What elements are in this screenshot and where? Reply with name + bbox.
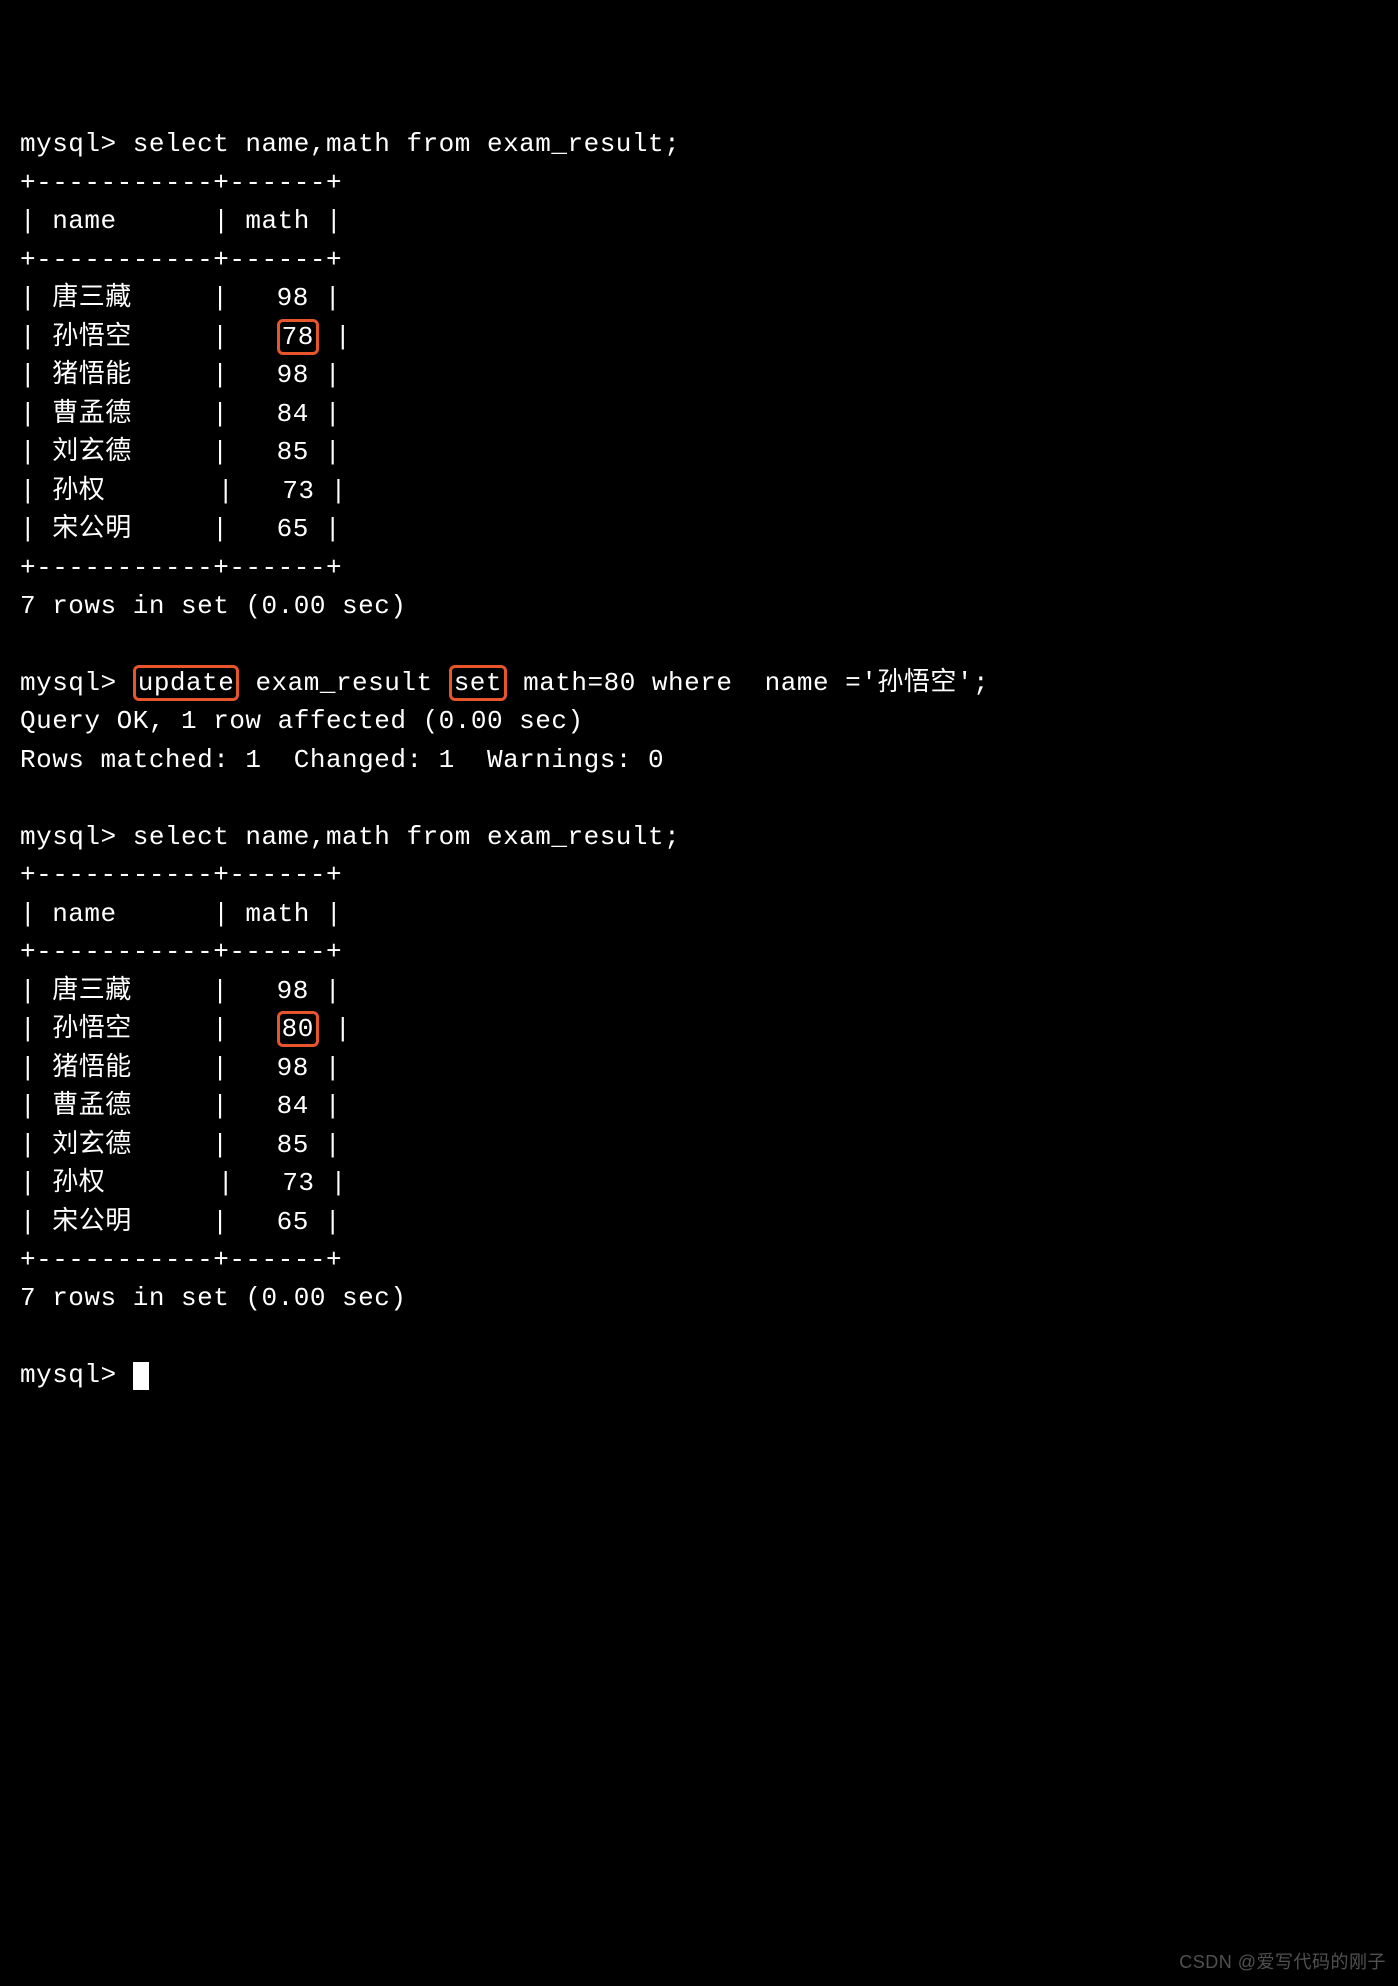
highlighted-value: 80 [277,1011,319,1047]
highlighted-value: 78 [277,319,319,355]
keyword-set: set [449,665,507,701]
watermark-text: CSDN @爱写代码的刚子 [1179,1949,1386,1976]
cursor[interactable] [133,1362,149,1390]
keyword-update: update [133,665,240,701]
terminal-output: mysql> select name,math from exam_result… [20,125,1378,1394]
